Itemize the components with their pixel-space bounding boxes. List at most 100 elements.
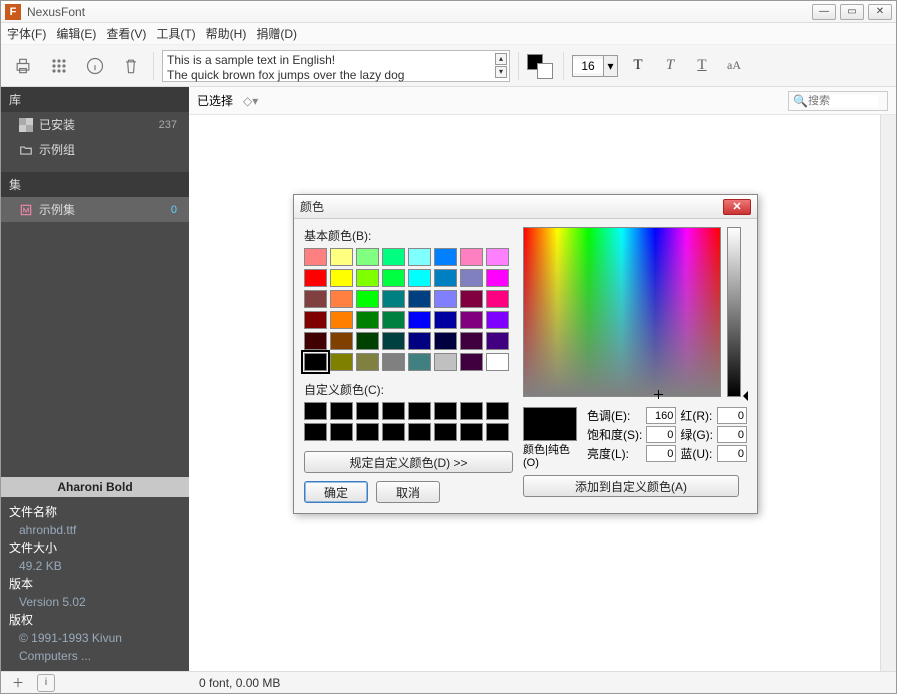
basic-color-swatch[interactable]	[408, 332, 431, 350]
color-spectrum[interactable]	[523, 227, 721, 397]
basic-color-swatch[interactable]	[356, 248, 379, 266]
menu-view[interactable]: 查看(V)	[106, 25, 146, 42]
basic-color-swatch[interactable]	[330, 248, 353, 266]
basic-color-swatch[interactable]	[356, 269, 379, 287]
custom-color-swatch[interactable]	[304, 402, 327, 420]
dialog-close-button[interactable]: ✕	[723, 199, 751, 215]
close-button[interactable]: ✕	[868, 4, 892, 20]
sidebar-item-sample-set[interactable]: 示例集 0	[1, 197, 189, 222]
basic-color-swatch[interactable]	[434, 290, 457, 308]
menu-help[interactable]: 帮助(H)	[206, 25, 247, 42]
basic-color-swatch[interactable]	[434, 332, 457, 350]
basic-color-swatch[interactable]	[330, 269, 353, 287]
custom-color-swatch[interactable]	[408, 423, 431, 441]
basic-color-swatch[interactable]	[382, 332, 405, 350]
basic-color-swatch[interactable]	[434, 353, 457, 371]
lum-input[interactable]	[646, 445, 676, 462]
menu-font[interactable]: 字体(F)	[7, 25, 46, 42]
text-style-underline[interactable]: T	[690, 55, 714, 77]
basic-color-swatch[interactable]	[460, 332, 483, 350]
basic-color-swatch[interactable]	[434, 248, 457, 266]
custom-color-swatch[interactable]	[382, 423, 405, 441]
sample-spin-down[interactable]: ▾	[495, 66, 507, 78]
basic-color-swatch[interactable]	[356, 290, 379, 308]
custom-color-swatch[interactable]	[434, 423, 457, 441]
sample-spin-up[interactable]: ▴	[495, 53, 507, 65]
basic-color-swatch[interactable]	[330, 311, 353, 329]
basic-color-swatch[interactable]	[382, 353, 405, 371]
search-input[interactable]	[808, 95, 878, 107]
cancel-button[interactable]: 取消	[376, 481, 440, 503]
bg-color-swatch[interactable]	[537, 63, 553, 79]
basic-color-swatch[interactable]	[408, 248, 431, 266]
basic-color-swatch[interactable]	[460, 269, 483, 287]
basic-color-swatch[interactable]	[304, 290, 327, 308]
basic-color-swatch[interactable]	[382, 248, 405, 266]
basic-color-swatch[interactable]	[486, 290, 509, 308]
vertical-scrollbar[interactable]	[880, 115, 896, 671]
sidebar-item-sample-group[interactable]: 示例组	[1, 137, 189, 162]
basic-color-swatch[interactable]	[434, 311, 457, 329]
red-input[interactable]	[717, 407, 747, 424]
basic-color-swatch[interactable]	[382, 269, 405, 287]
font-size-input[interactable]	[573, 59, 603, 73]
custom-color-swatch[interactable]	[434, 402, 457, 420]
basic-color-swatch[interactable]	[408, 311, 431, 329]
basic-color-swatch[interactable]	[486, 269, 509, 287]
basic-color-swatch[interactable]	[304, 353, 327, 371]
info-button[interactable]	[81, 52, 109, 80]
basic-color-swatch[interactable]	[486, 311, 509, 329]
basic-color-swatch[interactable]	[460, 353, 483, 371]
green-input[interactable]	[717, 426, 747, 443]
basic-color-swatch[interactable]	[408, 269, 431, 287]
add-button[interactable]: ＋	[9, 674, 27, 692]
basic-color-swatch[interactable]	[382, 290, 405, 308]
basic-color-swatch[interactable]	[408, 353, 431, 371]
blue-input[interactable]	[717, 445, 747, 462]
custom-color-swatch[interactable]	[486, 423, 509, 441]
custom-color-swatch[interactable]	[304, 423, 327, 441]
ok-button[interactable]: 确定	[304, 481, 368, 503]
font-size-dropdown[interactable]: ▾	[603, 56, 617, 76]
menu-edit[interactable]: 编辑(E)	[56, 25, 96, 42]
custom-color-swatch[interactable]	[356, 402, 379, 420]
tag-icon[interactable]: ◇▾	[243, 94, 258, 108]
maximize-button[interactable]: ▭	[840, 4, 864, 20]
basic-color-swatch[interactable]	[304, 248, 327, 266]
custom-color-swatch[interactable]	[356, 423, 379, 441]
luminance-slider[interactable]	[727, 227, 741, 397]
basic-color-swatch[interactable]	[304, 311, 327, 329]
basic-color-swatch[interactable]	[304, 332, 327, 350]
basic-color-swatch[interactable]	[330, 290, 353, 308]
search-box[interactable]: 🔍	[788, 91, 888, 111]
delete-button[interactable]	[117, 52, 145, 80]
dialog-titlebar[interactable]: 颜色 ✕	[294, 195, 757, 219]
custom-color-swatch[interactable]	[460, 423, 483, 441]
basic-color-swatch[interactable]	[356, 332, 379, 350]
custom-color-swatch[interactable]	[486, 402, 509, 420]
info-status-button[interactable]: i	[37, 674, 55, 692]
print-button[interactable]	[9, 52, 37, 80]
basic-color-swatch[interactable]	[408, 290, 431, 308]
custom-color-swatch[interactable]	[330, 423, 353, 441]
custom-color-swatch[interactable]	[330, 402, 353, 420]
menu-tools[interactable]: 工具(T)	[156, 25, 195, 42]
basic-color-swatch[interactable]	[330, 332, 353, 350]
text-style-italic[interactable]: T	[658, 55, 682, 77]
basic-color-swatch[interactable]	[460, 248, 483, 266]
menu-donate[interactable]: 捐赠(D)	[256, 25, 297, 42]
basic-color-swatch[interactable]	[460, 311, 483, 329]
basic-color-swatch[interactable]	[486, 248, 509, 266]
custom-color-swatch[interactable]	[382, 402, 405, 420]
basic-color-swatch[interactable]	[356, 311, 379, 329]
hue-input[interactable]	[646, 407, 676, 424]
text-style-regular[interactable]: T	[626, 55, 650, 77]
basic-color-swatch[interactable]	[486, 353, 509, 371]
basic-color-swatch[interactable]	[356, 353, 379, 371]
custom-color-swatch[interactable]	[460, 402, 483, 420]
custom-color-swatch[interactable]	[408, 402, 431, 420]
basic-color-swatch[interactable]	[460, 290, 483, 308]
sample-text-input[interactable]: This is a sample text in English! The qu…	[162, 50, 510, 82]
basic-color-swatch[interactable]	[486, 332, 509, 350]
sat-input[interactable]	[646, 426, 676, 443]
